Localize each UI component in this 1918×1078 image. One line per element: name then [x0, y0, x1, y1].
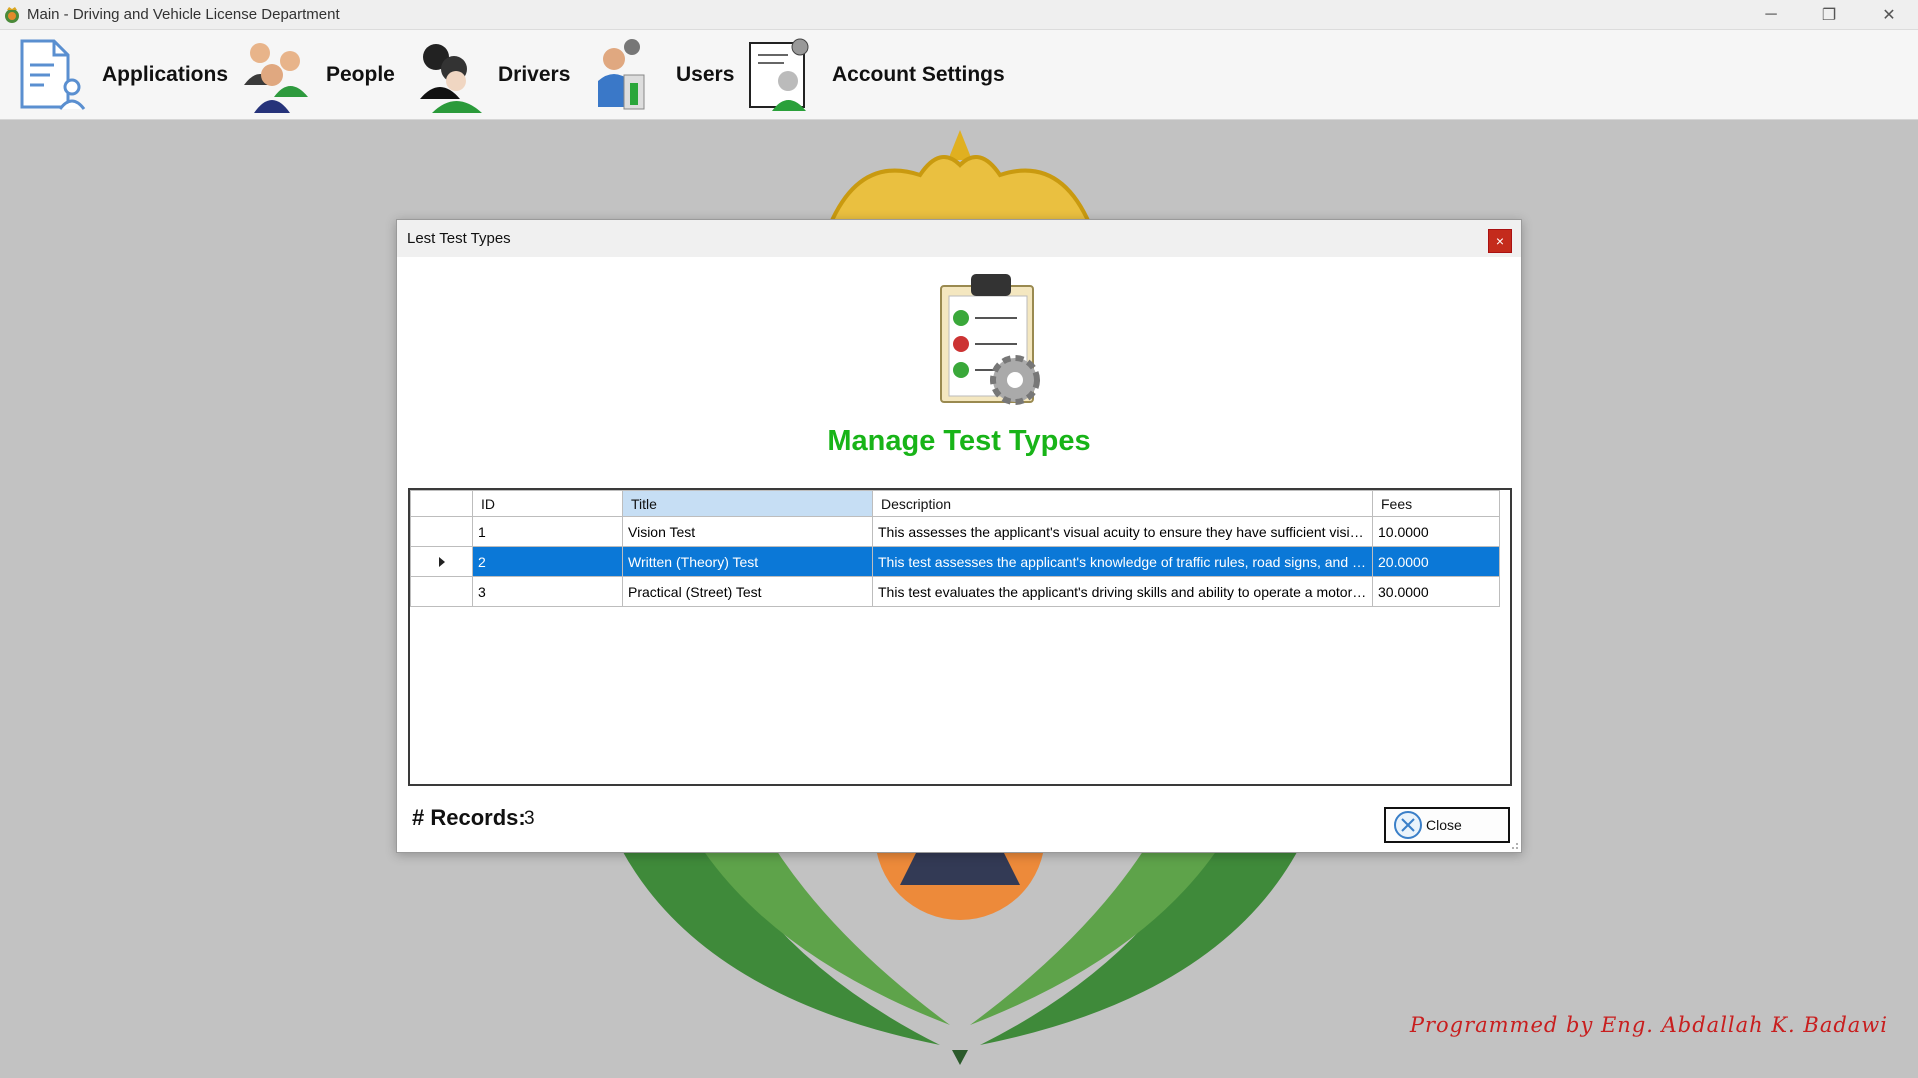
- cell-description[interactable]: This assesses the applicant's visual acu…: [872, 516, 1373, 547]
- cell-description[interactable]: This test assesses the applicant's knowl…: [872, 546, 1373, 577]
- cell-title[interactable]: Written (Theory) Test: [622, 546, 873, 577]
- menu-item-account-settings[interactable]: Account Settings: [744, 30, 1005, 120]
- cell-id[interactable]: 2: [472, 546, 623, 577]
- column-header-description[interactable]: Description: [872, 490, 1373, 517]
- table-row-selected[interactable]: 2 Written (Theory) Test This test assess…: [410, 546, 1500, 577]
- menu-label-drivers: Drivers: [498, 63, 571, 86]
- minimize-button[interactable]: ─: [1742, 0, 1800, 30]
- dialog-title-bar: Lest Test Types ×: [397, 220, 1521, 257]
- dialog-close-x-button[interactable]: ×: [1488, 229, 1512, 253]
- people-group-icon: [244, 43, 308, 113]
- cell-title[interactable]: Vision Test: [622, 516, 873, 547]
- column-header-fees[interactable]: Fees: [1372, 490, 1500, 517]
- restore-icon: ❐: [1821, 7, 1837, 24]
- drivers-icon: [420, 44, 482, 113]
- maximize-button[interactable]: ❐: [1800, 0, 1858, 30]
- cell-id[interactable]: 3: [472, 576, 623, 607]
- cell-fees[interactable]: 20.0000: [1372, 546, 1500, 577]
- programmer-signature: Programmed by Eng. Abdallah K. Badawi: [1409, 1013, 1888, 1037]
- menu-item-drivers[interactable]: Drivers: [410, 30, 570, 120]
- menu-label-people: People: [326, 63, 395, 86]
- table-row[interactable]: 1 Vision Test This assesses the applican…: [410, 516, 1500, 547]
- cell-fees[interactable]: 10.0000: [1372, 516, 1500, 547]
- column-header-title[interactable]: Title: [622, 490, 873, 517]
- close-button-label: Close: [1426, 817, 1462, 833]
- menu-item-people[interactable]: People: [238, 30, 395, 120]
- menu-label-users: Users: [676, 63, 735, 86]
- test-types-dialog: Lest Test Types × Manage Test Types ID T…: [396, 219, 1522, 853]
- main-menu-strip: Applications People Drivers Users Accoun…: [0, 30, 1918, 120]
- checklist-settings-icon: [940, 274, 1040, 405]
- cell-description[interactable]: This test evaluates the applicant's driv…: [872, 576, 1373, 607]
- cell-id[interactable]: 1: [472, 516, 623, 547]
- close-icon: ×: [1495, 233, 1505, 249]
- test-types-table: ID Title Description Fees 1 Vision Test …: [410, 490, 1500, 607]
- row-header[interactable]: [410, 516, 473, 547]
- table-row[interactable]: 3 Practical (Street) Test This test eval…: [410, 576, 1500, 607]
- close-circle-icon: [1394, 811, 1422, 839]
- test-types-grid[interactable]: ID Title Description Fees 1 Vision Test …: [408, 488, 1512, 786]
- cell-title[interactable]: Practical (Street) Test: [622, 576, 873, 607]
- app-emblem-icon: [5, 7, 19, 23]
- column-header-id[interactable]: ID: [472, 490, 623, 517]
- row-header[interactable]: [410, 576, 473, 607]
- window-close-button[interactable]: ✕: [1860, 0, 1918, 30]
- dialog-title: Lest Test Types: [407, 230, 511, 247]
- table-header-row: ID Title Description Fees: [410, 490, 1500, 517]
- resize-grip-icon[interactable]: [1509, 840, 1519, 850]
- minimize-icon: ─: [1765, 6, 1777, 23]
- records-count: 3: [524, 808, 535, 829]
- menu-label-account-settings: Account Settings: [832, 63, 1005, 86]
- records-label: # Records:: [412, 805, 526, 830]
- cell-fees[interactable]: 30.0000: [1372, 576, 1500, 607]
- account-settings-icon: [749, 38, 809, 111]
- row-header[interactable]: [410, 546, 473, 577]
- close-icon: ✕: [1882, 7, 1896, 24]
- menu-item-users[interactable]: Users: [588, 30, 734, 120]
- document-person-icon: [20, 39, 86, 110]
- row-header-corner: [410, 490, 473, 517]
- window-title-bar: Main - Driving and Vehicle License Depar…: [0, 0, 1918, 30]
- window-title: Main - Driving and Vehicle License Depar…: [27, 6, 340, 23]
- close-button[interactable]: Close: [1384, 807, 1510, 843]
- menu-item-applications[interactable]: Applications: [14, 30, 228, 120]
- users-settings-icon: [598, 39, 645, 110]
- menu-label-applications: Applications: [102, 63, 229, 86]
- page-title: Manage Test Types: [827, 425, 1091, 457]
- current-row-arrow-icon: [438, 556, 445, 567]
